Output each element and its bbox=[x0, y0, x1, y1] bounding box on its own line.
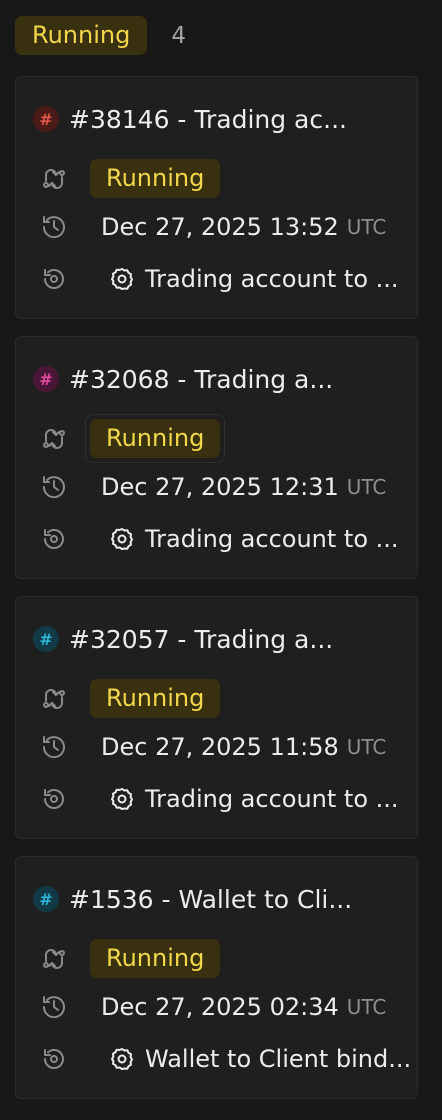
flow-row: Trading account to ... bbox=[39, 263, 399, 295]
timezone-label: UTC bbox=[346, 475, 387, 499]
history-icon bbox=[39, 992, 69, 1022]
card-title[interactable]: #1536 - Wallet to Cli... bbox=[69, 885, 352, 914]
status-row: Running bbox=[39, 154, 225, 203]
hash-icon: # bbox=[33, 106, 59, 132]
card-title[interactable]: #32068 - Trading a... bbox=[69, 365, 333, 394]
task-card[interactable]: # #1536 - Wallet to Cli... Running Dec 2… bbox=[15, 856, 418, 1099]
task-card[interactable]: # #32068 - Trading a... Running Dec 27, … bbox=[15, 336, 418, 579]
date-text: Dec 27, 2025 02:34 bbox=[101, 993, 339, 1021]
status-row: Running bbox=[39, 414, 226, 463]
gear-icon bbox=[111, 1048, 133, 1070]
status-wrap: Running bbox=[85, 154, 225, 203]
date-text: Dec 27, 2025 12:31 bbox=[101, 473, 339, 501]
flow-name[interactable]: Trading account to ... bbox=[145, 785, 399, 813]
date-row: Dec 27, 2025 13:52 UTC bbox=[39, 211, 386, 243]
status-wrap: Running bbox=[85, 414, 226, 463]
card-title[interactable]: #32057 - Trading a... bbox=[69, 625, 333, 654]
timezone-label: UTC bbox=[346, 215, 387, 239]
hash-icon: # bbox=[33, 626, 59, 652]
timezone-label: UTC bbox=[346, 735, 387, 759]
status-row: Running bbox=[39, 674, 225, 723]
date-row: Dec 27, 2025 12:31 UTC bbox=[39, 471, 386, 503]
status-badge[interactable]: Running bbox=[90, 939, 221, 978]
date-text: Dec 27, 2025 13:52 bbox=[101, 213, 339, 241]
task-card[interactable]: # #32057 - Trading a... Running Dec 27, … bbox=[15, 596, 418, 839]
replay-icon bbox=[39, 1044, 69, 1074]
replay-icon bbox=[39, 784, 69, 814]
replay-icon bbox=[39, 524, 69, 554]
task-card[interactable]: # #38146 - Trading ac... Running Dec 27,… bbox=[15, 76, 418, 319]
card-title-row: # #32057 - Trading a... bbox=[33, 624, 333, 654]
refresh-arrows-icon bbox=[39, 164, 69, 194]
status-wrap: Running bbox=[85, 674, 225, 723]
hash-icon: # bbox=[33, 886, 59, 912]
status-badge[interactable]: Running bbox=[90, 679, 221, 718]
status-badge[interactable]: Running bbox=[90, 159, 221, 198]
status-wrap: Running bbox=[85, 934, 225, 983]
card-title-row: # #32068 - Trading a... bbox=[33, 364, 333, 394]
date-row: Dec 27, 2025 02:34 UTC bbox=[39, 991, 386, 1023]
history-icon bbox=[39, 732, 69, 762]
card-title-row: # #38146 - Trading ac... bbox=[33, 104, 347, 134]
flow-row: Trading account to ... bbox=[39, 783, 399, 815]
gear-icon bbox=[111, 788, 133, 810]
refresh-arrows-icon bbox=[39, 424, 69, 454]
date-text: Dec 27, 2025 11:58 bbox=[101, 733, 339, 761]
gear-icon bbox=[111, 528, 133, 550]
column-count: 4 bbox=[171, 22, 186, 49]
history-icon bbox=[39, 212, 69, 242]
flow-name[interactable]: Trading account to ... bbox=[145, 265, 399, 293]
refresh-arrows-icon bbox=[39, 944, 69, 974]
flow-name[interactable]: Wallet to Client bind... bbox=[145, 1045, 411, 1073]
flow-name[interactable]: Trading account to ... bbox=[145, 525, 399, 553]
date-row: Dec 27, 2025 11:58 UTC bbox=[39, 731, 386, 763]
card-title[interactable]: #38146 - Trading ac... bbox=[69, 105, 347, 134]
column-status-chip[interactable]: Running bbox=[15, 16, 148, 55]
status-badge[interactable]: Running bbox=[90, 419, 221, 458]
refresh-arrows-icon bbox=[39, 684, 69, 714]
flow-row: Trading account to ... bbox=[39, 523, 399, 555]
gear-icon bbox=[111, 268, 133, 290]
history-icon bbox=[39, 472, 69, 502]
status-row: Running bbox=[39, 934, 225, 983]
card-title-row: # #1536 - Wallet to Cli... bbox=[33, 884, 352, 914]
flow-row: Wallet to Client bind... bbox=[39, 1043, 411, 1075]
hash-icon: # bbox=[33, 366, 59, 392]
replay-icon bbox=[39, 264, 69, 294]
timezone-label: UTC bbox=[346, 995, 387, 1019]
column-header: Running 4 bbox=[15, 16, 186, 55]
